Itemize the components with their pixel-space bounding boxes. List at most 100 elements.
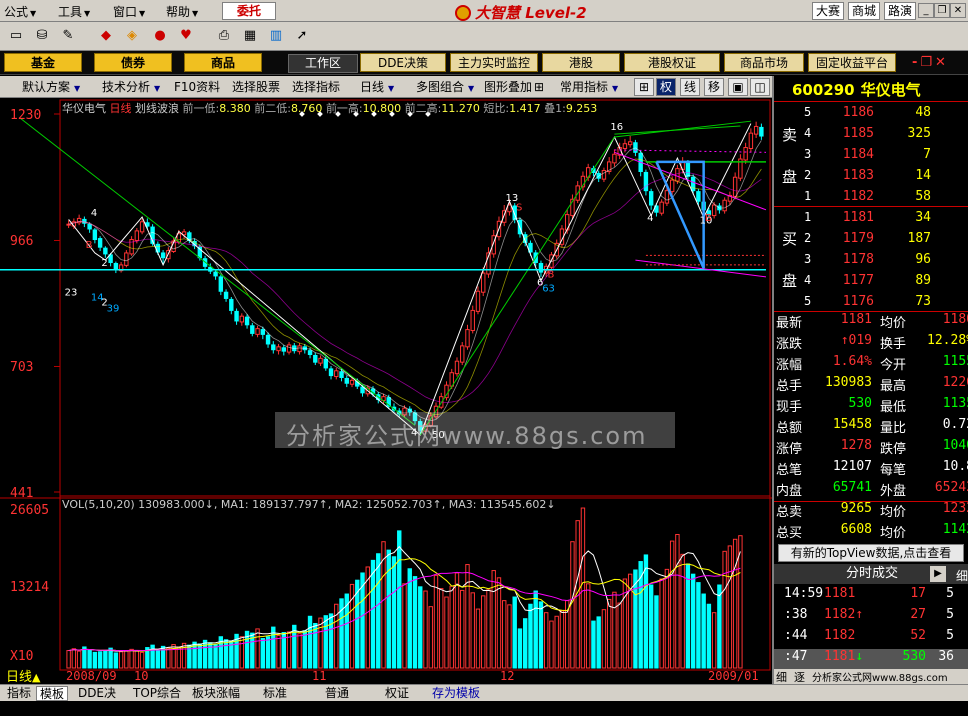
quote-row: 总卖 9265 均价 1232 <box>774 501 968 522</box>
screen-icon[interactable]: ▭ <box>6 25 26 47</box>
overlay-button[interactable]: 图形叠加 ⊞ <box>480 78 550 96</box>
move-toggle[interactable]: 移 <box>704 78 724 96</box>
candle-body <box>732 176 738 197</box>
detail-toggle[interactable]: 细 <box>956 566 968 586</box>
candle-body <box>622 143 628 149</box>
f10-button[interactable]: F10资料 <box>170 78 228 96</box>
tab-template[interactable]: 模板 <box>36 686 68 701</box>
table-icon[interactable]: ▦ <box>240 25 260 47</box>
expand-icon[interactable]: ▶ <box>930 566 946 582</box>
rights-toggle[interactable]: 权 <box>656 78 676 96</box>
candle-body <box>648 191 654 206</box>
tab-normal[interactable]: 普通 <box>318 686 356 701</box>
print-icon[interactable]: ⎙ <box>214 25 234 47</box>
tab-save-template[interactable]: 存为模板 <box>428 686 484 701</box>
stock-name: 华仪电气 <box>62 102 106 115</box>
candle-body <box>218 276 224 292</box>
binoculars-icon[interactable]: ⛁ <box>32 25 52 47</box>
annotation-label: B <box>547 270 554 281</box>
volume-bar <box>176 646 182 669</box>
window-icon[interactable]: ▣ <box>728 78 748 96</box>
multi-chart-dropdown[interactable]: 多图组合 ▼ <box>412 78 478 96</box>
sell-label-bottom: 盘 <box>782 168 798 186</box>
select-stock-button[interactable]: 选择股票 <box>228 78 286 96</box>
window-controls[interactable]: -❐✕ <box>912 55 949 70</box>
tab-standard[interactable]: 标准 <box>256 686 294 701</box>
candle-body <box>260 329 266 335</box>
contest-button[interactable]: 大赛 <box>812 2 844 20</box>
common-indicator-dropdown[interactable]: 常用指标 ▼ <box>556 78 626 96</box>
order-row[interactable]: 1 1181 34 <box>774 207 968 228</box>
detail-tab[interactable]: 细 <box>776 669 787 685</box>
dde-button[interactable]: DDE决策 <box>360 53 446 72</box>
volume-bar <box>559 610 565 669</box>
commodity-market-button[interactable]: 商品市场 <box>724 53 804 72</box>
order-row[interactable]: 4 1177 89 <box>774 270 968 291</box>
volume-bar <box>465 564 470 669</box>
volume-bar <box>407 568 412 669</box>
candle-body <box>454 360 460 375</box>
order-row[interactable]: 2 1179 187 <box>774 228 968 249</box>
crosshair-icon[interactable]: ⊞ <box>634 78 654 96</box>
hk-stock-button[interactable]: 港股 <box>542 53 620 72</box>
period-dropdown[interactable]: 日线 ▼ <box>356 78 410 96</box>
order-row[interactable]: 5 1176 73 <box>774 291 968 312</box>
order-row[interactable]: 3 1178 96 <box>774 249 968 270</box>
cube-icon[interactable]: ◆ <box>96 25 116 47</box>
tech-analysis-dropdown[interactable]: 技术分析 ▼ <box>98 78 164 96</box>
quote-row: 总买 6608 均价 1142 <box>774 522 968 543</box>
tick-price: 1182 <box>824 628 856 643</box>
chart-area[interactable]: 4 2 23 14 2 39 B 13 S 6 63 B 4 50 16 4 10 B 华仪电气 日线 划线波浪 … <box>0 98 772 685</box>
tab-dde[interactable]: DDE决策 <box>72 686 122 715</box>
monitor-button[interactable]: 主力实时监控 <box>450 53 538 72</box>
order-button[interactable]: 委托 <box>222 2 276 20</box>
panel-icon[interactable]: ◫ <box>750 78 770 96</box>
menu-window[interactable]: 窗口 ▼ <box>113 3 145 20</box>
balls-icon[interactable]: ● <box>150 25 170 47</box>
chart-svg[interactable]: 4223 14239B13S663B4 50164 10B <box>0 98 772 684</box>
volume-bar <box>554 615 559 669</box>
volume-bar <box>397 530 402 669</box>
menu-help[interactable]: 帮助 ▼ <box>166 3 198 20</box>
quote-value: 130983 <box>825 375 872 390</box>
order-row[interactable]: 4 1185 325 <box>774 123 968 144</box>
quote-label: 换手 <box>880 337 907 352</box>
order-row[interactable]: 1 1182 58 <box>774 186 968 207</box>
period-indicator[interactable]: 日线▲ <box>6 666 40 685</box>
menu-formula[interactable]: 公式 ▼ <box>4 3 36 20</box>
topview-button[interactable]: 有新的TopView数据,点击查看 <box>778 544 964 562</box>
minimize-icon[interactable]: _ <box>918 3 934 18</box>
candle-body <box>722 199 727 212</box>
tick-volume: 27 <box>910 607 926 622</box>
menu-tools[interactable]: 工具 ▼ <box>58 3 90 20</box>
order-row[interactable]: 5 1186 48 <box>774 102 968 123</box>
quote-label: 最高 <box>880 379 907 394</box>
tab-indicator[interactable]: 指标 <box>4 686 34 701</box>
tab-top[interactable]: TOP综合 <box>130 686 184 701</box>
bars-icon[interactable]: ▥ <box>266 25 286 47</box>
close-icon[interactable]: ✕ <box>950 3 966 18</box>
bond-button[interactable]: 债券 <box>94 53 172 72</box>
volume-bar <box>318 617 323 669</box>
hk-warrant-button[interactable]: 港股权证 <box>624 53 720 72</box>
tab-warrant[interactable]: 权证 <box>378 686 416 701</box>
fixed-income-button[interactable]: 固定收益平台 <box>808 53 896 72</box>
tab-sector[interactable]: 板块涨幅 <box>188 686 244 701</box>
roadshow-button[interactable]: 路演 <box>884 2 916 20</box>
commodity-button[interactable]: 商品 <box>184 53 262 72</box>
mall-button[interactable]: 商城 <box>848 2 880 20</box>
order-row[interactable]: 2 1183 14 <box>774 165 968 186</box>
default-scheme-dropdown[interactable]: 默认方案 ▼ <box>18 78 96 96</box>
restore-icon[interactable]: ❐ <box>934 3 950 18</box>
step-tab[interactable]: 逐 <box>794 669 805 685</box>
line-toggle[interactable]: 线 <box>680 78 700 96</box>
volume-bar <box>328 613 334 669</box>
pointer-icon[interactable]: ➚ <box>292 25 312 47</box>
workspace-label[interactable]: 工作区 <box>288 54 358 73</box>
heart-icon[interactable]: ♥ <box>176 25 196 47</box>
chart-tool-icon[interactable]: ✎ <box>58 25 78 47</box>
diamond-icon[interactable]: ◈ <box>122 25 142 47</box>
order-row[interactable]: 3 1184 7 <box>774 144 968 165</box>
select-indicator-button[interactable]: 选择指标 <box>288 78 348 96</box>
fund-button[interactable]: 基金 <box>4 53 82 72</box>
